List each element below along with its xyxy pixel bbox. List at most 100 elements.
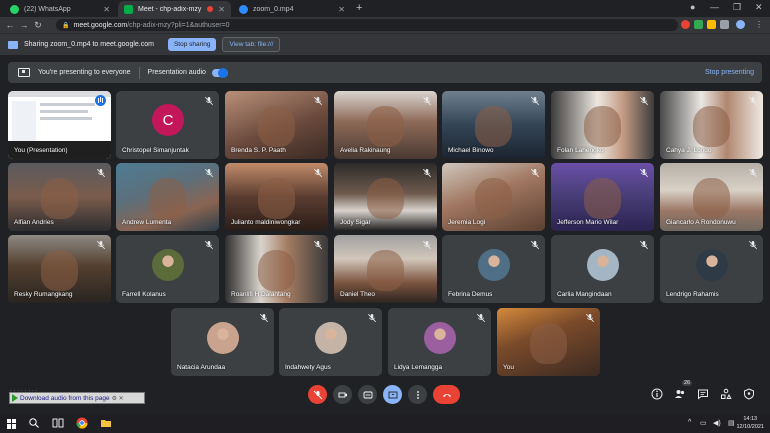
forward-icon[interactable]: → (17, 20, 31, 30)
puzzle-icon[interactable] (720, 20, 729, 29)
windows-taskbar: ^ ▭ ◀) ▤ 14:13 12/10/2021 (0, 414, 770, 433)
sharing-infobar: Sharing zoom_0.mp4 to meet.google.com St… (0, 33, 770, 55)
camera-button[interactable] (333, 385, 352, 404)
tab-meet[interactable]: Meet - chp-adix-mzy ✕ (118, 1, 231, 17)
participant-tile[interactable]: Avelia Rakinaung (334, 91, 437, 159)
avatar (587, 249, 619, 281)
participant-tile[interactable]: Indahwety Agus (279, 308, 382, 376)
participant-tile[interactable]: Carlia Mangindaan (551, 235, 654, 303)
system-clock[interactable]: 14:13 12/10/2021 (736, 415, 764, 431)
options-icon[interactable]: ⚙ ✕ (112, 395, 124, 402)
participant-tile[interactable]: Jefferson Mario Wilar (551, 163, 654, 231)
tab-whatsapp[interactable]: (22) WhatsApp ✕ (4, 1, 116, 17)
tab-zoom-video[interactable]: zoom_0.mp4 ✕ (233, 1, 351, 17)
captions-button[interactable] (358, 385, 377, 404)
divider (138, 66, 140, 79)
close-window-icon[interactable]: ✕ (755, 2, 763, 13)
tray-chevron-icon[interactable]: ^ (688, 419, 691, 426)
info-icon[interactable] (651, 388, 663, 400)
search-icon[interactable] (28, 417, 40, 429)
participant-name: Farrell Kolanus (122, 291, 166, 298)
mic-off-icon (205, 96, 213, 106)
mic-off-icon (423, 168, 431, 178)
participant-tile[interactable]: You (Presentation) (8, 91, 111, 159)
view-tab-button[interactable]: View tab: file:/// (222, 37, 281, 52)
new-tab-button[interactable]: + (356, 2, 362, 14)
presentation-audio-toggle[interactable] (211, 67, 228, 78)
url-host: meet.google.com (73, 21, 128, 29)
mic-off-icon (531, 240, 539, 250)
participant-tile[interactable]: Andrew Lumenta (116, 163, 219, 231)
participant-tile[interactable]: C Christopel Simanjuntak (116, 91, 219, 159)
mic-off-icon (314, 240, 322, 250)
participant-tile[interactable]: Giancarlo A Rondonuwu (660, 163, 763, 231)
participant-name: Cahya J. Londo (666, 147, 712, 154)
avatar (424, 322, 456, 354)
minimize-icon[interactable]: — (710, 2, 719, 12)
file-explorer-icon[interactable] (100, 417, 112, 429)
language-icon[interactable]: ▤ (728, 419, 735, 427)
participant-tile[interactable]: Roanlifi H Dalantang (225, 235, 328, 303)
lock-icon: 🔒 (62, 22, 70, 29)
extension-icon[interactable] (694, 20, 703, 29)
participant-tile[interactable]: Febrina Demus (442, 235, 545, 303)
stop-sharing-button[interactable]: Stop sharing (167, 38, 217, 51)
participant-name: You (503, 364, 514, 371)
extension-icon[interactable] (707, 20, 716, 29)
participant-tile[interactable]: Jeremia Logi (442, 163, 545, 231)
participant-tile[interactable]: Brenda S. P. Paath (225, 91, 328, 159)
windows-start-icon[interactable] (7, 418, 17, 429)
more-options-button[interactable] (408, 385, 427, 404)
camera-in-use-icon[interactable] (681, 20, 690, 29)
chrome-icon[interactable] (76, 417, 88, 429)
host-controls-icon[interactable] (743, 388, 755, 400)
profile-avatar[interactable] (736, 20, 745, 29)
participant-name: Giancarlo A Rondonuwu (666, 219, 736, 226)
back-icon[interactable]: ← (3, 20, 17, 30)
close-icon[interactable]: ✕ (218, 5, 225, 14)
present-icon (18, 68, 30, 77)
activities-icon[interactable] (720, 388, 732, 400)
tab-title: zoom_0.mp4 (253, 5, 294, 13)
menu-icon[interactable]: ⋮ (755, 20, 764, 29)
address-bar[interactable]: 🔒 meet.google.com/chp-adix-mzy?pli=1&aut… (56, 19, 678, 31)
participant-tile[interactable]: Lidya Lemangga (388, 308, 491, 376)
participant-tile[interactable]: Natacia Arundaa (171, 308, 274, 376)
participant-tile[interactable]: Michael Binowo (442, 91, 545, 159)
mic-off-icon (749, 168, 757, 178)
participant-tile[interactable]: Alfian Andries (8, 163, 111, 231)
volume-icon[interactable]: ◀) (713, 419, 721, 427)
task-view-icon[interactable] (52, 417, 64, 429)
leave-call-button[interactable] (433, 385, 460, 404)
participant-tile[interactable]: Julianto maldiniwongkar (225, 163, 328, 231)
download-audio-bar[interactable]: Download audio from this page ⚙ ✕ (9, 392, 145, 404)
close-icon[interactable]: ✕ (338, 5, 345, 14)
mic-off-button[interactable] (308, 385, 327, 404)
network-icon[interactable]: ▭ (700, 419, 707, 427)
participant-tile[interactable]: Jody Sigar (334, 163, 437, 231)
participant-tile[interactable]: Cahya J. Londo (660, 91, 763, 159)
participant-tile[interactable]: Daniel Theo (334, 235, 437, 303)
mic-off-icon (260, 313, 268, 323)
presenting-message: You're presenting to everyone (38, 69, 131, 76)
participant-tile[interactable]: Lendrigo Rahamis (660, 235, 763, 303)
stop-presenting-link[interactable]: Stop presenting (705, 69, 754, 76)
participant-tile[interactable]: Farrell Kolanus (116, 235, 219, 303)
mic-off-icon (749, 240, 757, 250)
presentation-audio-label: Presentation audio (147, 69, 206, 76)
participant-name: Jody Sigar (340, 219, 371, 226)
reload-icon[interactable]: ↻ (31, 20, 45, 31)
people-icon[interactable] (674, 388, 686, 400)
avatar: C (152, 104, 184, 136)
participant-tile[interactable]: You (497, 308, 600, 376)
tab-search-icon[interactable]: ● (690, 2, 695, 12)
present-now-button[interactable] (383, 385, 402, 404)
participant-name: Jeremia Logi (448, 219, 486, 226)
participant-name: Lidya Lemangga (394, 364, 443, 371)
mic-off-icon (313, 390, 322, 399)
close-icon[interactable]: ✕ (103, 5, 110, 14)
chat-icon[interactable] (697, 388, 709, 400)
participant-tile[interactable]: Folan Lahengko (551, 91, 654, 159)
participant-tile[interactable]: Resky Rumangkang (8, 235, 111, 303)
maximize-icon[interactable]: ❐ (733, 2, 741, 13)
